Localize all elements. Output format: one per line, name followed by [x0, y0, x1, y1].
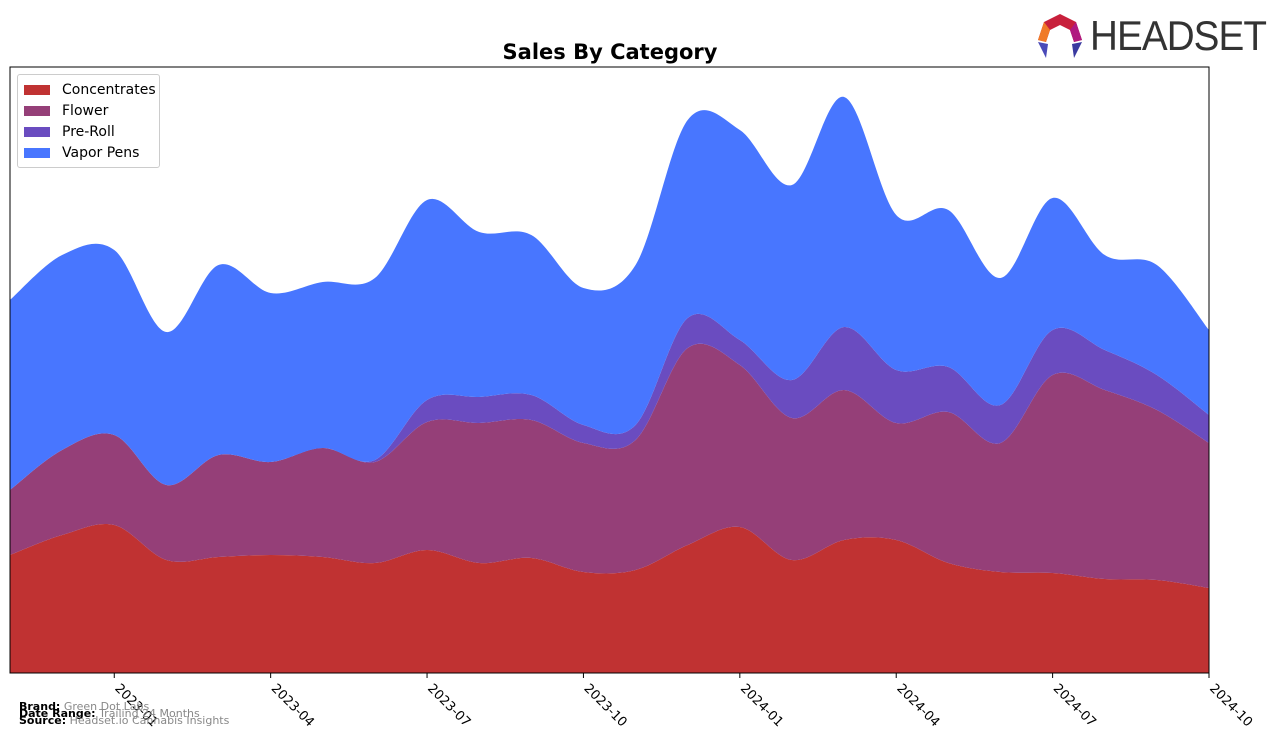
x-tick-label: 2024-01 — [737, 681, 786, 730]
legend-label: Pre-Roll — [62, 123, 115, 140]
legend-label: Flower — [62, 102, 109, 119]
footer: Brand: Green Dot Labs Date Range: Traili… — [19, 701, 230, 727]
legend-item: Vapor Pens — [18, 142, 159, 163]
legend-label: Concentrates — [62, 81, 156, 98]
x-tick-label: 2023-07 — [424, 681, 473, 730]
source-label: Source: — [19, 714, 67, 727]
legend-swatch — [24, 84, 50, 95]
legend-label: Vapor Pens — [62, 144, 140, 161]
legend-swatch — [24, 147, 50, 158]
x-tick-label: 2024-07 — [1050, 681, 1099, 730]
legend-item: Flower — [18, 100, 159, 121]
legend-swatch — [24, 105, 50, 116]
x-tick-label: 2024-04 — [893, 681, 942, 730]
x-tick-label: 2023-10 — [581, 681, 630, 730]
legend-item: Pre-Roll — [18, 121, 159, 142]
x-tick-label: 2023-04 — [268, 681, 317, 730]
chart-canvas: 2023-01 2023-04 2023-07 2023-10 2024-01 2024-… — [9, 66, 1255, 730]
legend: Concentrates Flower Pre-Roll Vapor Pens — [17, 74, 160, 168]
legend-item: Concentrates — [18, 79, 159, 100]
headset-logo-icon — [1038, 14, 1082, 58]
source-value: Headset.io Cannabis Insights — [69, 714, 230, 727]
x-tick-label: 2024-10 — [1206, 681, 1255, 730]
legend-swatch — [24, 126, 50, 137]
headset-logo: HEADSET — [1036, 12, 1276, 60]
